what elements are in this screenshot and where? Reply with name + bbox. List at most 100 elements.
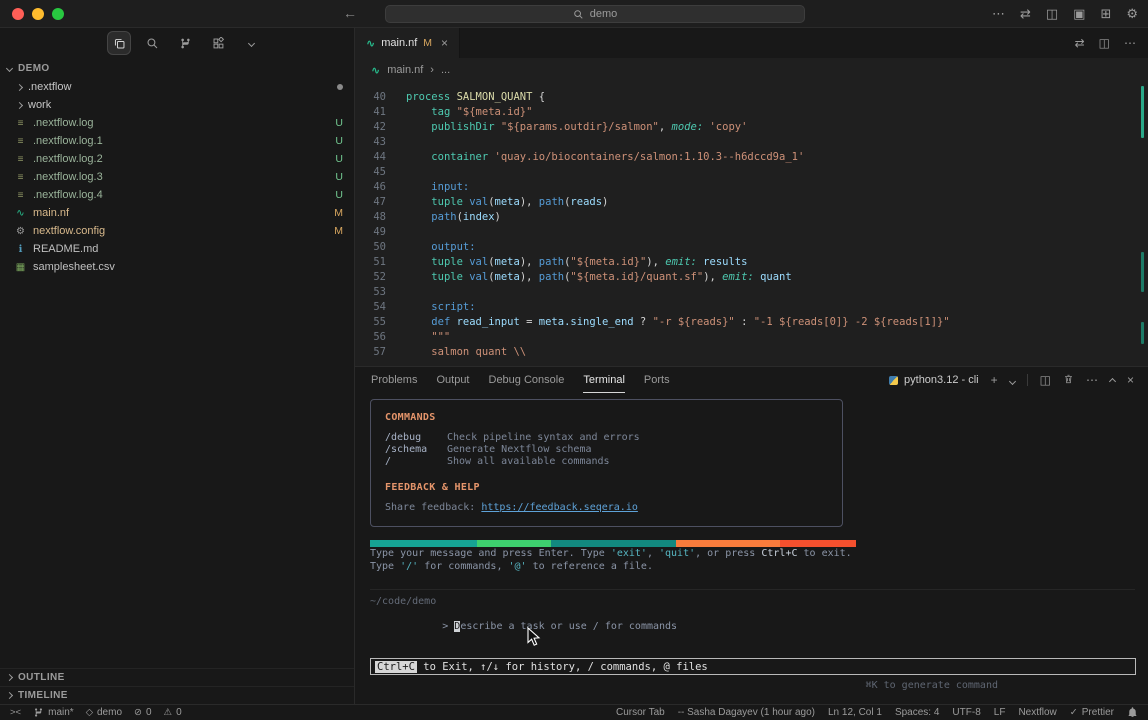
close-tab-icon[interactable]: × bbox=[441, 36, 448, 50]
code-line-46[interactable]: 46 input: bbox=[355, 180, 1148, 195]
window-controls bbox=[12, 8, 64, 20]
status-0[interactable]: ⊘0 bbox=[134, 707, 152, 718]
status-sasha-dagayev-1-hour-ago[interactable]: -- Sasha Dagayev (1 hour ago) bbox=[678, 707, 815, 718]
folder-item-.nextflow[interactable]: .nextflow bbox=[0, 78, 354, 96]
panel-tab-output[interactable]: Output bbox=[436, 367, 469, 393]
panel-tab-problems[interactable]: Problems bbox=[371, 367, 417, 393]
line-number: 43 bbox=[355, 135, 386, 150]
chevron-right-icon bbox=[6, 674, 13, 681]
file-item-nextflow.config[interactable]: ⚙nextflow.configM bbox=[0, 222, 354, 240]
zoom-window-button[interactable] bbox=[52, 8, 64, 20]
file-item-.nextflow.log.1[interactable]: ≡.nextflow.log.1U bbox=[0, 132, 354, 150]
tab-modified-badge: M bbox=[423, 37, 432, 49]
split-terminal-icon[interactable]: ◫ bbox=[1040, 373, 1051, 387]
outline-section-header[interactable]: OUTLINE bbox=[0, 668, 354, 686]
breadcrumb-rest[interactable]: ... bbox=[441, 64, 450, 76]
overview-ruler[interactable] bbox=[1136, 82, 1148, 366]
back-icon[interactable]: ← bbox=[343, 5, 357, 21]
panel-tab-terminal[interactable]: Terminal bbox=[583, 367, 625, 393]
status-prettier[interactable]: ✓Prettier bbox=[1070, 707, 1114, 718]
status-remote[interactable]: >< bbox=[10, 707, 21, 718]
layout-switch-icon[interactable]: ⇄ bbox=[1020, 6, 1031, 22]
close-panel-icon[interactable]: × bbox=[1127, 373, 1134, 387]
generate-command-hint: ⌘K to generate command bbox=[866, 680, 998, 691]
code-line-48[interactable]: 48 path(index) bbox=[355, 210, 1148, 225]
status-lf[interactable]: LF bbox=[994, 707, 1006, 718]
code-line-55[interactable]: 55 def read_input = meta.single_end ? "-… bbox=[355, 315, 1148, 330]
code-line-54[interactable]: 54 script: bbox=[355, 300, 1148, 315]
minimize-window-button[interactable] bbox=[32, 8, 44, 20]
tab-main-nf[interactable]: ∿ main.nf M × bbox=[355, 28, 460, 58]
maximize-panel-icon[interactable] bbox=[1110, 373, 1115, 387]
code-line-40[interactable]: 40process SALMON_QUANT { bbox=[355, 90, 1148, 105]
folder-name: work bbox=[28, 99, 51, 111]
status-cursor-tab[interactable]: Cursor Tab bbox=[616, 707, 665, 718]
status-main[interactable]: main* bbox=[33, 707, 74, 718]
timeline-section-header[interactable]: TIMELINE bbox=[0, 686, 354, 704]
panel-tab-debug-console[interactable]: Debug Console bbox=[489, 367, 565, 393]
close-window-button[interactable] bbox=[12, 8, 24, 20]
status-demo[interactable]: ◇demo bbox=[86, 707, 122, 718]
code-line-41[interactable]: 41 tag "${meta.id}" bbox=[355, 105, 1148, 120]
code-line-50[interactable]: 50 output: bbox=[355, 240, 1148, 255]
more-icon[interactable]: ⋯ bbox=[992, 6, 1005, 22]
file-item-.nextflow.log.4[interactable]: ≡.nextflow.log.4U bbox=[0, 186, 354, 204]
status-0[interactable]: ⚠0 bbox=[164, 707, 182, 718]
status-nextflow[interactable]: Nextflow bbox=[1018, 707, 1056, 718]
line-number: 45 bbox=[355, 165, 386, 180]
code-line-52[interactable]: 52 tuple val(meta), path("${meta.id}/qua… bbox=[355, 270, 1148, 285]
toggle-panel-icon[interactable]: ▣ bbox=[1073, 6, 1085, 22]
code-line-44[interactable]: 44 container 'quay.io/biocontainers/salm… bbox=[355, 150, 1148, 165]
terminal-instance[interactable]: python3.12 - cli bbox=[889, 374, 979, 386]
settings-gear-icon[interactable]: ⚙ bbox=[1126, 6, 1138, 22]
extensions-icon[interactable] bbox=[206, 31, 230, 55]
status-ln-12-col-1[interactable]: Ln 12, Col 1 bbox=[828, 707, 882, 718]
code-line-43[interactable]: 43 bbox=[355, 135, 1148, 150]
code-line-49[interactable]: 49 bbox=[355, 225, 1148, 240]
file-item-.nextflow.log[interactable]: ≡.nextflow.logU bbox=[0, 114, 354, 132]
source-control-icon[interactable] bbox=[173, 31, 197, 55]
code-line-56[interactable]: 56 """ bbox=[355, 330, 1148, 345]
file-item-main.nf[interactable]: ∿main.nfM bbox=[0, 204, 354, 222]
explorer-section-header[interactable]: DEMO bbox=[0, 58, 354, 78]
file-item-.nextflow.log.2[interactable]: ≡.nextflow.log.2U bbox=[0, 150, 354, 168]
code-line-51[interactable]: 51 tuple val(meta), path("${meta.id}"), … bbox=[355, 255, 1148, 270]
more-panel-icon[interactable]: ⋯ bbox=[1086, 373, 1098, 387]
toggle-secondary-sidebar-icon[interactable]: ⊞ bbox=[1100, 6, 1111, 22]
breadcrumb-file[interactable]: main.nf bbox=[387, 64, 423, 76]
code-line-53[interactable]: 53 bbox=[355, 285, 1148, 300]
code-line-45[interactable]: 45 bbox=[355, 165, 1148, 180]
code-line-42[interactable]: 42 publishDir "${params.outdir}/salmon",… bbox=[355, 120, 1148, 135]
new-terminal-icon[interactable]: + bbox=[991, 373, 998, 387]
code-line-57[interactable]: 57 salmon quant \\ bbox=[355, 345, 1148, 360]
kill-terminal-icon[interactable] bbox=[1063, 373, 1074, 388]
more-actions-icon[interactable]: ⋯ bbox=[1124, 36, 1136, 50]
file-item-README.md[interactable]: ℹREADME.md bbox=[0, 240, 354, 258]
cli-prompt-input[interactable]: > Describe a task or use / for commands bbox=[370, 610, 1136, 643]
file-item-.nextflow.log.3[interactable]: ≡.nextflow.log.3U bbox=[0, 168, 354, 186]
activity-toolbar bbox=[0, 28, 354, 58]
file-explorer-tree: .nextflowwork≡.nextflow.logU≡.nextflow.l… bbox=[0, 78, 354, 276]
line-content: publishDir "${params.outdir}/salmon", mo… bbox=[406, 120, 747, 135]
status-bell[interactable] bbox=[1127, 707, 1138, 718]
feedback-link[interactable]: https://feedback.seqera.io bbox=[481, 502, 638, 514]
folder-item-work[interactable]: work bbox=[0, 96, 354, 114]
terminal-input-hint-box[interactable]: Ctrl+C to Exit, ↑/↓ for history, / comma… bbox=[370, 658, 1136, 675]
toggle-layout-icon[interactable]: ⇄ bbox=[1075, 36, 1085, 50]
toggle-primary-sidebar-icon[interactable]: ◫ bbox=[1046, 6, 1058, 22]
search-sidebar-icon[interactable] bbox=[140, 31, 164, 55]
divider bbox=[370, 589, 1135, 590]
status-spaces-4[interactable]: Spaces: 4 bbox=[895, 707, 939, 718]
terminal-picker-icon[interactable] bbox=[1010, 373, 1015, 387]
command-center-search[interactable]: demo bbox=[385, 5, 805, 23]
file-item-samplesheet.csv[interactable]: ▦samplesheet.csv bbox=[0, 258, 354, 276]
code-editor[interactable]: 40process SALMON_QUANT {41 tag "${meta.i… bbox=[355, 82, 1148, 366]
code-line-47[interactable]: 47 tuple val(meta), path(reads) bbox=[355, 195, 1148, 210]
status-utf-8[interactable]: UTF-8 bbox=[952, 707, 980, 718]
explorer-icon[interactable] bbox=[107, 31, 131, 55]
chevron-down-icon[interactable] bbox=[239, 31, 263, 55]
split-editor-icon[interactable]: ◫ bbox=[1099, 36, 1110, 50]
terminal-content[interactable]: COMMANDS /debugCheck pipeline syntax and… bbox=[370, 393, 1136, 704]
panel-tab-ports[interactable]: Ports bbox=[644, 367, 670, 393]
breadcrumb[interactable]: ∿ main.nf › ... bbox=[355, 58, 1148, 82]
